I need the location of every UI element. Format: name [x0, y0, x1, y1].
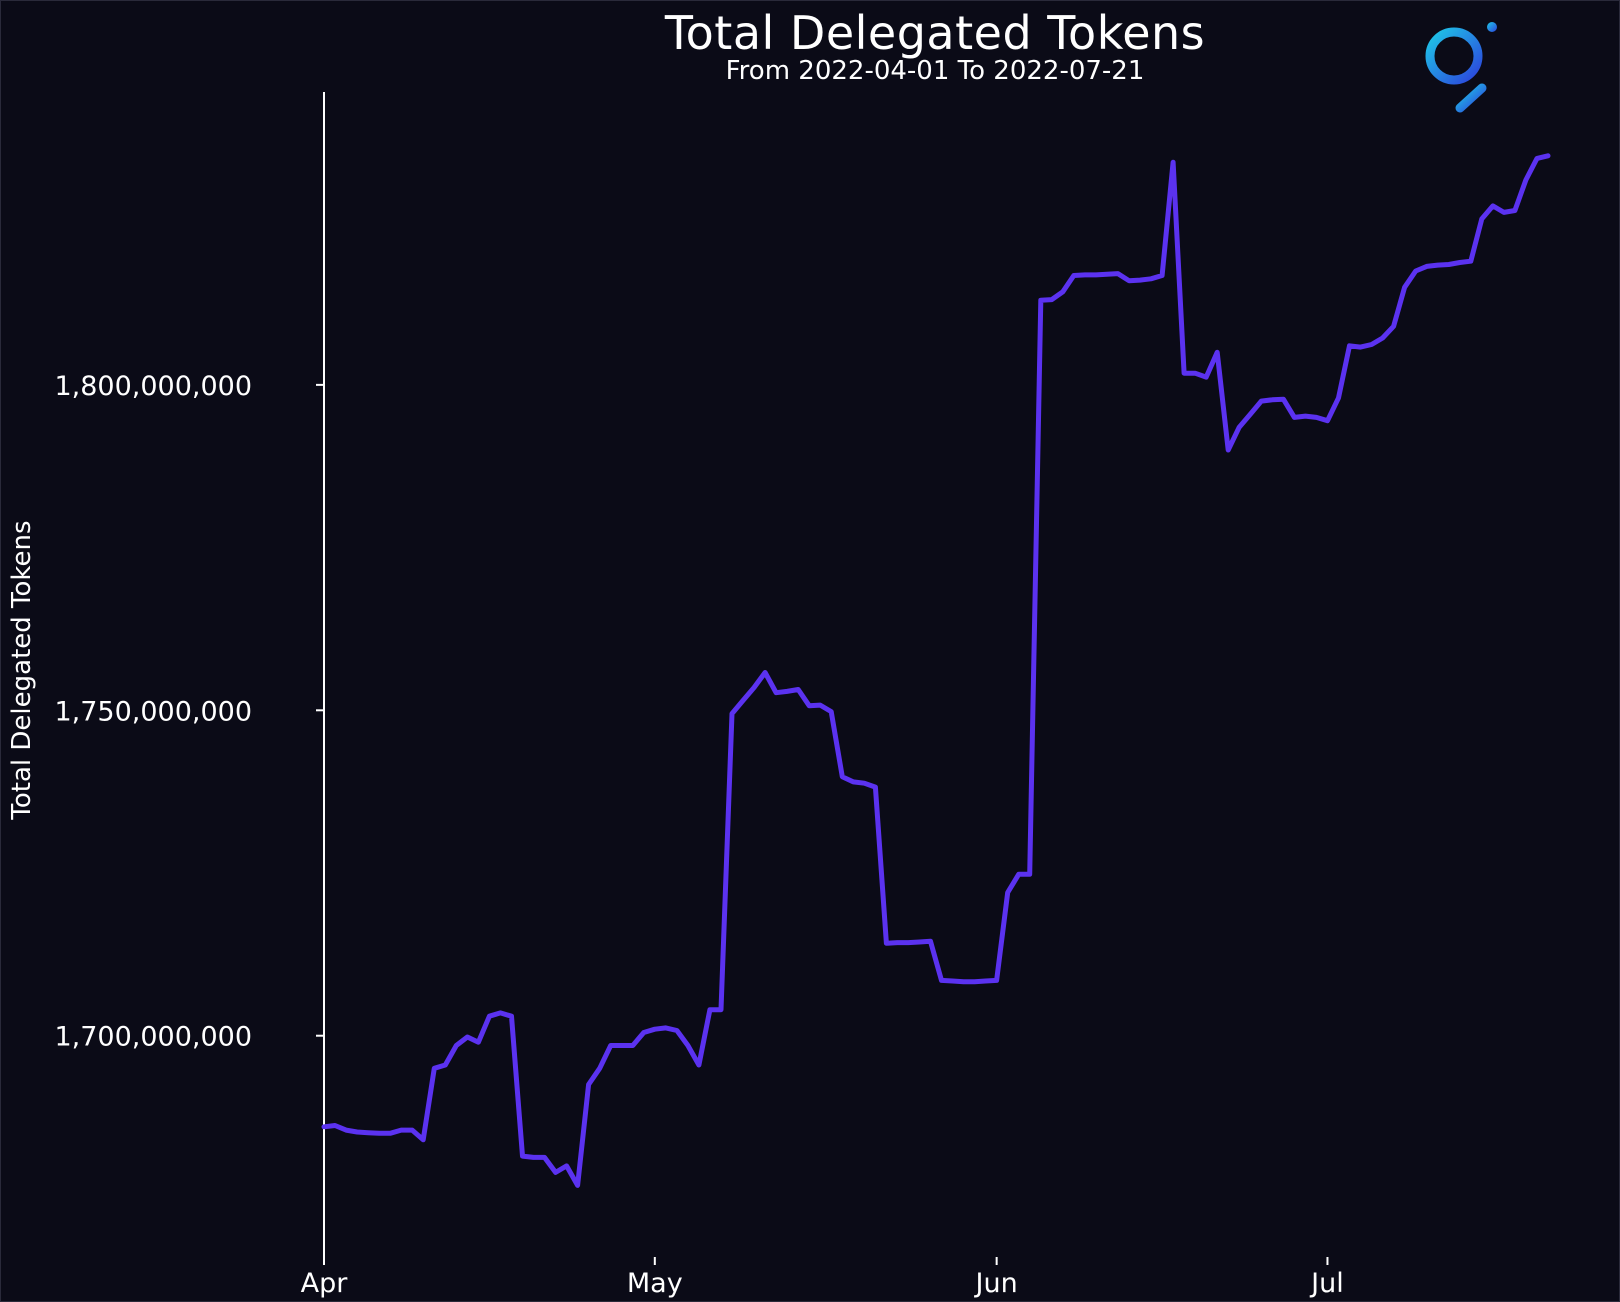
y-ticks: 1,700,000,000 1,750,000,000 1,800,000,000 [54, 371, 324, 1053]
x-ticks: Apr May Jun Jul [301, 1257, 1344, 1299]
series-layer [321, 153, 1551, 1188]
x-tick-label: May [627, 1268, 683, 1299]
y-tick-label: 1,700,000,000 [54, 1022, 252, 1053]
series-line [321, 153, 1551, 1188]
y-tick-label: 1,750,000,000 [54, 696, 252, 727]
y-tick-label: 1,800,000,000 [54, 371, 252, 402]
x-tick-label: Jun [974, 1268, 1018, 1299]
x-tick-label: Jul [1309, 1268, 1344, 1299]
x-tick-label: Apr [301, 1268, 349, 1299]
line-chart: 1,700,000,0001,750,000,0001,800,000,000 … [54, 92, 1551, 1299]
magnifier-logo-icon [1425, 22, 1497, 113]
